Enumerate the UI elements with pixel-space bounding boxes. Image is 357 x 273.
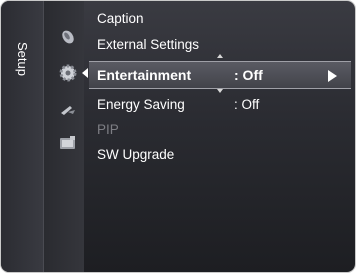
menu-item-pip: PIP bbox=[97, 122, 119, 137]
scroll-up-indicator bbox=[217, 54, 223, 58]
scroll-down-indicator bbox=[217, 89, 223, 93]
menu-item-caption[interactable]: Caption bbox=[97, 11, 144, 26]
menu-item-sw-upgrade[interactable]: SW Upgrade bbox=[97, 147, 174, 162]
submenu-arrow-icon bbox=[328, 70, 337, 82]
input-icon[interactable] bbox=[58, 101, 78, 121]
setup-tab[interactable]: Setup bbox=[1, 1, 44, 272]
menu-item-energy-saving-value: : Off bbox=[234, 97, 260, 112]
application-icon[interactable] bbox=[58, 134, 78, 154]
menu-item-entertainment-label: Entertainment bbox=[97, 67, 192, 83]
menu-item-external-settings[interactable]: External Settings bbox=[97, 37, 199, 52]
menu-item-energy-saving[interactable]: Energy Saving bbox=[97, 97, 185, 112]
osd-menu-window: Setup Caption External Settings Entertai… bbox=[1, 1, 355, 272]
menu-item-entertainment-value: : Off bbox=[234, 67, 263, 83]
picture-icon[interactable] bbox=[58, 26, 78, 46]
setup-gear-icon[interactable] bbox=[50, 57, 88, 89]
tab-setup-label: Setup bbox=[15, 42, 30, 76]
category-icon-column bbox=[44, 1, 88, 272]
setup-menu-list: Caption External Settings Entertainment … bbox=[89, 1, 355, 272]
menu-item-entertainment[interactable]: Entertainment : Off bbox=[89, 61, 351, 89]
